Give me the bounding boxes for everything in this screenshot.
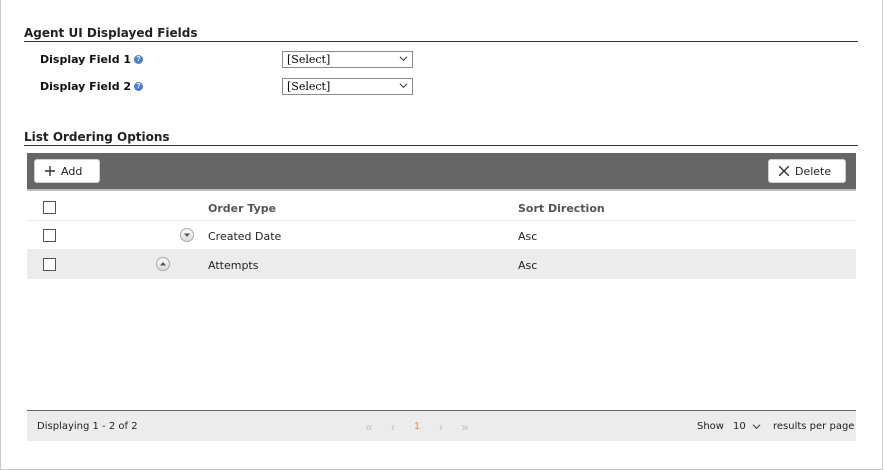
sort-direction-cell: Asc — [518, 259, 538, 272]
caret-up-icon — [160, 262, 166, 266]
column-header-sort-direction[interactable]: Sort Direction — [518, 202, 605, 215]
add-button-label: Add — [61, 164, 83, 178]
display-field-1-value: [Select] — [287, 53, 331, 66]
current-page[interactable]: 1 — [405, 420, 429, 434]
chevron-down-icon — [399, 56, 408, 62]
plus-icon — [45, 166, 55, 176]
delete-button[interactable]: Delete — [768, 159, 846, 183]
display-field-2-value: [Select] — [287, 80, 331, 93]
ordering-grid: Order Type Sort Direction Created Date A… — [27, 193, 856, 279]
sort-direction-cell: Asc — [518, 230, 538, 243]
previous-page-icon[interactable]: ‹ — [381, 420, 405, 434]
display-field-2-select[interactable]: [Select] — [282, 78, 413, 95]
display-field-1-select[interactable]: [Select] — [282, 51, 413, 68]
show-label: Show — [697, 421, 724, 432]
grid-toolbar: Add Delete — [27, 153, 856, 191]
order-type-cell: Created Date — [208, 230, 282, 243]
first-page-icon[interactable]: « — [357, 420, 381, 434]
table-row[interactable]: Attempts Asc — [27, 250, 856, 279]
select-all-checkbox[interactable] — [43, 201, 56, 214]
help-icon[interactable]: ? — [134, 54, 144, 64]
field-row-1: Display Field 1 ? — [40, 50, 144, 68]
per-page-value: 10 — [733, 421, 746, 432]
section-title-list-ordering: List Ordering Options — [24, 130, 858, 146]
chevron-down-icon — [399, 83, 408, 89]
move-down-button[interactable] — [180, 228, 194, 242]
row-checkbox[interactable] — [43, 229, 56, 242]
per-page-suffix: results per page — [773, 421, 855, 432]
order-type-cell: Attempts — [208, 259, 259, 272]
displaying-count: Displaying 1 - 2 of 2 — [37, 421, 138, 432]
row-checkbox[interactable] — [43, 258, 56, 271]
section-title-agent-fields: Agent UI Displayed Fields — [24, 26, 858, 42]
last-page-icon[interactable]: » — [453, 420, 477, 434]
column-header-order-type[interactable]: Order Type — [208, 202, 276, 215]
add-button[interactable]: Add — [34, 159, 100, 183]
delete-button-label: Delete — [795, 164, 832, 178]
close-icon — [779, 166, 789, 176]
next-page-icon[interactable]: › — [429, 420, 453, 434]
field-row-2: Display Field 2 ? — [40, 77, 144, 95]
chevron-down-icon[interactable] — [752, 422, 761, 431]
grid-header-row: Order Type Sort Direction — [27, 193, 856, 221]
pagination: « ‹ 1 › » — [357, 420, 477, 434]
help-icon[interactable]: ? — [134, 81, 144, 91]
caret-down-icon — [184, 233, 190, 237]
per-page-select[interactable]: 10 — [733, 421, 746, 432]
move-up-button[interactable] — [156, 257, 170, 271]
table-row[interactable]: Created Date Asc — [27, 221, 856, 250]
display-field-2-label: Display Field 2 — [40, 79, 132, 93]
display-field-1-label: Display Field 1 — [40, 52, 132, 66]
grid-footer: Displaying 1 - 2 of 2 « ‹ 1 › » Show 10 … — [27, 410, 856, 441]
